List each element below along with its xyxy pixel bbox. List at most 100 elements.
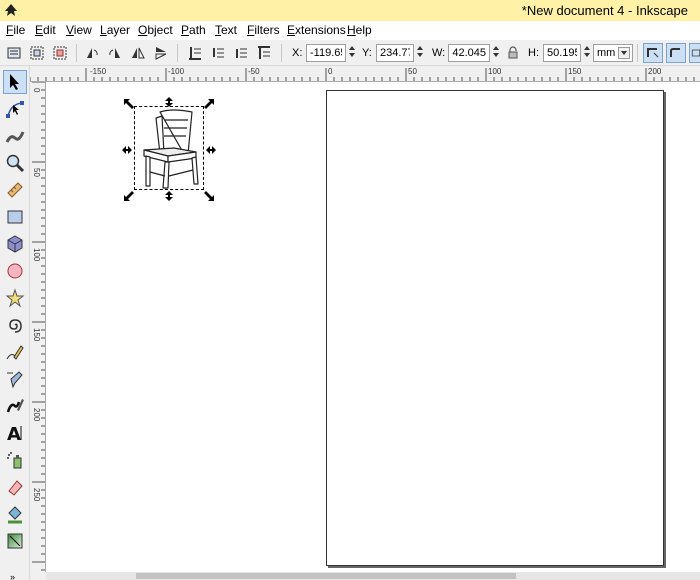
eraser-tool[interactable] xyxy=(3,475,27,499)
ruler-label: 50 xyxy=(32,168,41,177)
scale-stroke-icon xyxy=(647,48,659,58)
node-editor-icon xyxy=(6,101,24,118)
horizontal-scrollbar[interactable] xyxy=(46,572,700,580)
deselect-icon xyxy=(53,46,67,60)
resize-handle-s[interactable] xyxy=(164,190,174,201)
vertical-arrow-icon xyxy=(165,191,173,201)
lower-button[interactable] xyxy=(208,43,228,63)
unit-value: mm xyxy=(597,47,616,59)
deselect-button[interactable] xyxy=(50,43,70,63)
h-input[interactable] xyxy=(543,44,581,62)
diagonal-arrow-icon xyxy=(204,99,214,109)
resize-handle-w[interactable] xyxy=(122,144,132,154)
paint-bucket-tool[interactable] xyxy=(3,502,27,526)
horizontal-ruler[interactable]: -150 -100 -50 0 50 100 150 200 xyxy=(30,66,700,82)
measure-tool[interactable] xyxy=(3,178,27,202)
flip-vertical-icon xyxy=(155,47,167,60)
scale-corners-toggle[interactable] xyxy=(666,43,686,63)
menu-path[interactable]: Path xyxy=(179,23,208,37)
svg-text:A: A xyxy=(7,424,21,443)
select-all-button[interactable] xyxy=(4,43,24,63)
drawing-canvas[interactable] xyxy=(46,82,700,572)
raise-icon xyxy=(236,48,247,58)
ellipse-tool[interactable] xyxy=(3,259,27,283)
ruler-label: -50 xyxy=(248,67,260,76)
h-spin-button[interactable] xyxy=(582,44,591,62)
select-all-layers-button[interactable] xyxy=(27,43,47,63)
horizontal-arrow-icon xyxy=(122,146,132,154)
node-tool[interactable] xyxy=(3,97,27,121)
diagonal-arrow-icon xyxy=(124,191,134,201)
menu-view[interactable]: View xyxy=(64,23,94,37)
scale-stroke-toggle[interactable] xyxy=(643,43,663,63)
resize-handle-sw[interactable] xyxy=(124,190,134,201)
rotate-ccw-button[interactable] xyxy=(82,43,102,63)
ellipse-icon xyxy=(7,263,23,279)
pencil-tool[interactable] xyxy=(3,340,27,364)
flip-horizontal-button[interactable] xyxy=(128,43,148,63)
resize-handle-e[interactable] xyxy=(206,144,216,154)
ruler-label: 200 xyxy=(648,67,662,76)
raise-to-top-button[interactable] xyxy=(254,43,274,63)
horizontal-ruler-ticks xyxy=(30,68,695,81)
document-page[interactable] xyxy=(326,90,664,566)
gradient-tool[interactable] xyxy=(3,529,27,553)
calligraphy-tool[interactable] xyxy=(3,394,27,418)
resize-handle-ne[interactable] xyxy=(204,98,214,109)
lock-icon[interactable] xyxy=(507,46,519,60)
unit-select[interactable]: mm xyxy=(593,44,633,62)
spray-can-icon xyxy=(7,452,22,469)
menu-file[interactable]: File xyxy=(4,23,27,37)
menu-layer[interactable]: Layer xyxy=(98,23,132,37)
rectangle-tool[interactable] xyxy=(3,205,27,229)
menu-help[interactable]: Help xyxy=(345,23,374,37)
resize-handle-n[interactable] xyxy=(164,96,174,107)
w-input[interactable] xyxy=(448,44,490,62)
menu-text[interactable]: Text xyxy=(213,23,239,37)
lower-to-bottom-button[interactable] xyxy=(185,43,205,63)
inkscape-logo-icon xyxy=(5,4,17,16)
scrollbar-thumb[interactable] xyxy=(136,573,516,579)
toolbox-more-button[interactable]: » xyxy=(10,572,15,580)
rotate-cw-icon xyxy=(109,48,120,58)
menu-object[interactable]: Object xyxy=(136,23,175,37)
y-input[interactable] xyxy=(376,44,414,62)
flip-vertical-button[interactable] xyxy=(151,43,171,63)
toolbar-separator xyxy=(637,44,638,62)
text-tool[interactable]: A xyxy=(3,421,27,445)
star-tool[interactable] xyxy=(3,286,27,310)
zoom-tool[interactable] xyxy=(3,151,27,175)
menu-filters[interactable]: Filters xyxy=(245,23,282,37)
3d-box-tool[interactable] xyxy=(3,232,27,256)
x-spin-button[interactable] xyxy=(347,44,356,62)
resize-handle-se[interactable] xyxy=(204,190,214,201)
spray-tool[interactable] xyxy=(3,448,27,472)
vertical-ruler[interactable]: 0 50 100 150 200 250 xyxy=(30,82,46,572)
selection-bounding-box xyxy=(134,106,204,190)
menu-extensions[interactable]: Extensions xyxy=(285,23,348,37)
text-icon: A xyxy=(7,424,22,443)
spiral-tool[interactable] xyxy=(3,313,27,337)
paint-bucket-icon xyxy=(8,506,22,524)
rotate-cw-button[interactable] xyxy=(105,43,125,63)
tweak-tool[interactable] xyxy=(3,124,27,148)
scale-corners-icon xyxy=(670,48,680,57)
w-spin-button[interactable] xyxy=(491,44,500,62)
menu-bar: File Edit View Layer Object Path Text Fi… xyxy=(0,21,700,40)
flip-horizontal-icon xyxy=(132,47,145,59)
y-spin-button[interactable] xyxy=(415,44,424,62)
rectangle-icon xyxy=(7,210,23,224)
menu-edit[interactable]: Edit xyxy=(33,23,58,37)
ruler-label: 0 xyxy=(328,67,333,76)
selector-tool[interactable] xyxy=(3,70,27,94)
x-input[interactable] xyxy=(306,44,346,62)
move-gradients-toggle[interactable] xyxy=(689,43,700,63)
pen-tool[interactable] xyxy=(3,367,27,391)
lower-to-bottom-icon xyxy=(189,47,201,60)
resize-handle-nw[interactable] xyxy=(124,98,134,109)
star-icon xyxy=(5,288,25,308)
diagonal-arrow-icon xyxy=(124,99,134,109)
x-label: X: xyxy=(292,47,303,59)
raise-to-top-icon xyxy=(258,46,270,59)
raise-button[interactable] xyxy=(231,43,251,63)
